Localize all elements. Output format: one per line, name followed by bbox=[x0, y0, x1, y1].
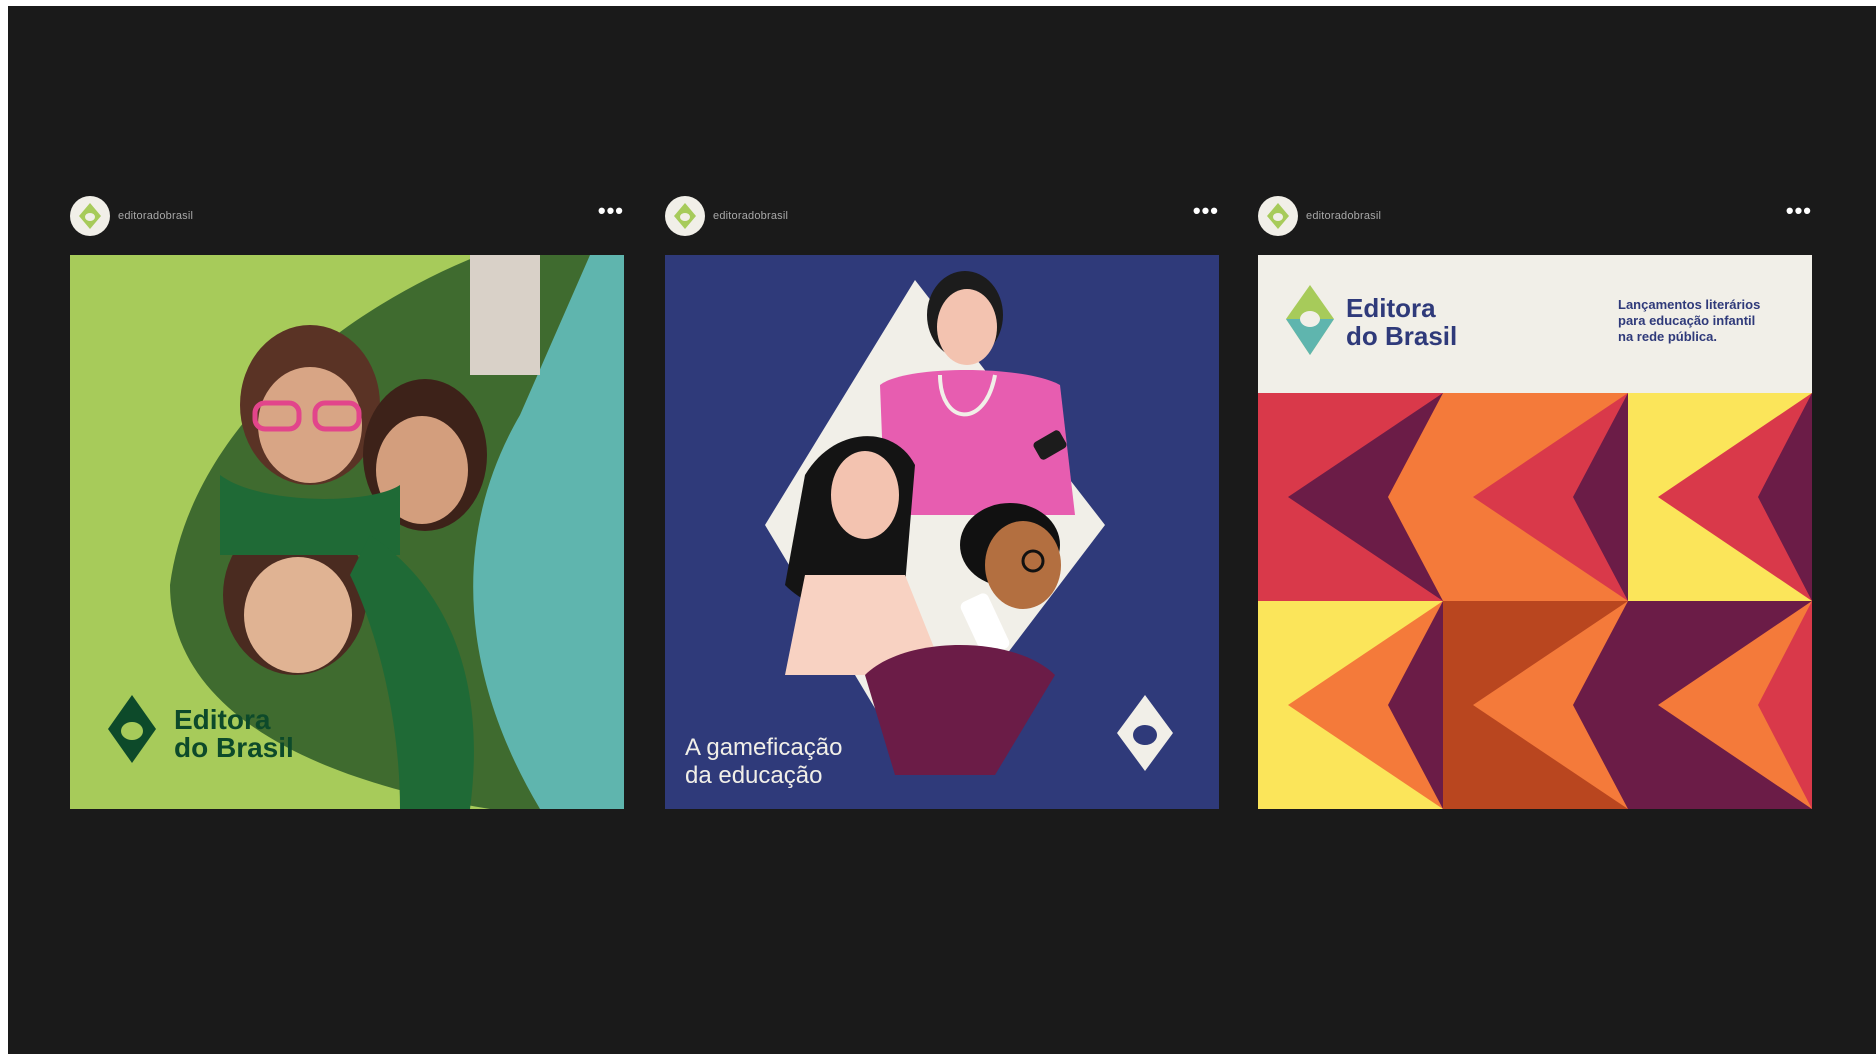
avatar[interactable] bbox=[1258, 196, 1298, 236]
editora-logo-icon bbox=[79, 203, 101, 229]
post-image[interactable]: Editora do Brasil Lançamentos literários… bbox=[1258, 255, 1812, 809]
avatar[interactable] bbox=[665, 196, 705, 236]
tagline-line1: Lançamentos literários bbox=[1618, 297, 1760, 312]
post-2[interactable]: editoradobrasil ••• A gameficação da edu… bbox=[665, 196, 1219, 809]
feed-background: editoradobrasil ••• Editora do Brasil ed… bbox=[8, 6, 1876, 1054]
logo-text-line2: do Brasil bbox=[1346, 321, 1457, 351]
geometric-pattern bbox=[1258, 393, 1812, 809]
username[interactable]: editoradobrasil bbox=[1306, 210, 1381, 222]
brand-logo: Editora do Brasil bbox=[108, 695, 294, 763]
avatar[interactable] bbox=[70, 196, 110, 236]
username[interactable]: editoradobrasil bbox=[118, 210, 193, 222]
post-header: editoradobrasil ••• bbox=[665, 196, 1219, 240]
post-caption-line2: da educação bbox=[685, 762, 822, 789]
post-1[interactable]: editoradobrasil ••• Editora do Brasil bbox=[70, 196, 624, 809]
tagline-line3: na rede pública. bbox=[1618, 329, 1717, 344]
post-header: editoradobrasil ••• bbox=[1258, 196, 1812, 240]
more-options-icon[interactable]: ••• bbox=[1786, 200, 1812, 222]
logo-text-line2: do Brasil bbox=[174, 732, 294, 763]
editora-logo-icon bbox=[1267, 203, 1289, 229]
post-header: editoradobrasil ••• bbox=[70, 196, 624, 240]
more-options-icon[interactable]: ••• bbox=[1193, 200, 1219, 222]
editora-logo-icon bbox=[674, 203, 696, 229]
more-options-icon[interactable]: ••• bbox=[598, 200, 624, 222]
post-image[interactable]: A gameficação da educação bbox=[665, 255, 1219, 809]
post-3[interactable]: editoradobrasil ••• Editora do Brasil La… bbox=[1258, 196, 1812, 809]
post-caption-line1: A gameficação bbox=[685, 734, 842, 761]
username[interactable]: editoradobrasil bbox=[713, 210, 788, 222]
brand-logo: Editora do Brasil bbox=[1286, 285, 1457, 355]
logo-text-line1: Editora bbox=[174, 704, 271, 735]
tagline-line2: para educação infantil bbox=[1618, 313, 1755, 328]
post-image[interactable]: Editora do Brasil bbox=[70, 255, 624, 809]
logo-text-line1: Editora bbox=[1346, 293, 1436, 323]
